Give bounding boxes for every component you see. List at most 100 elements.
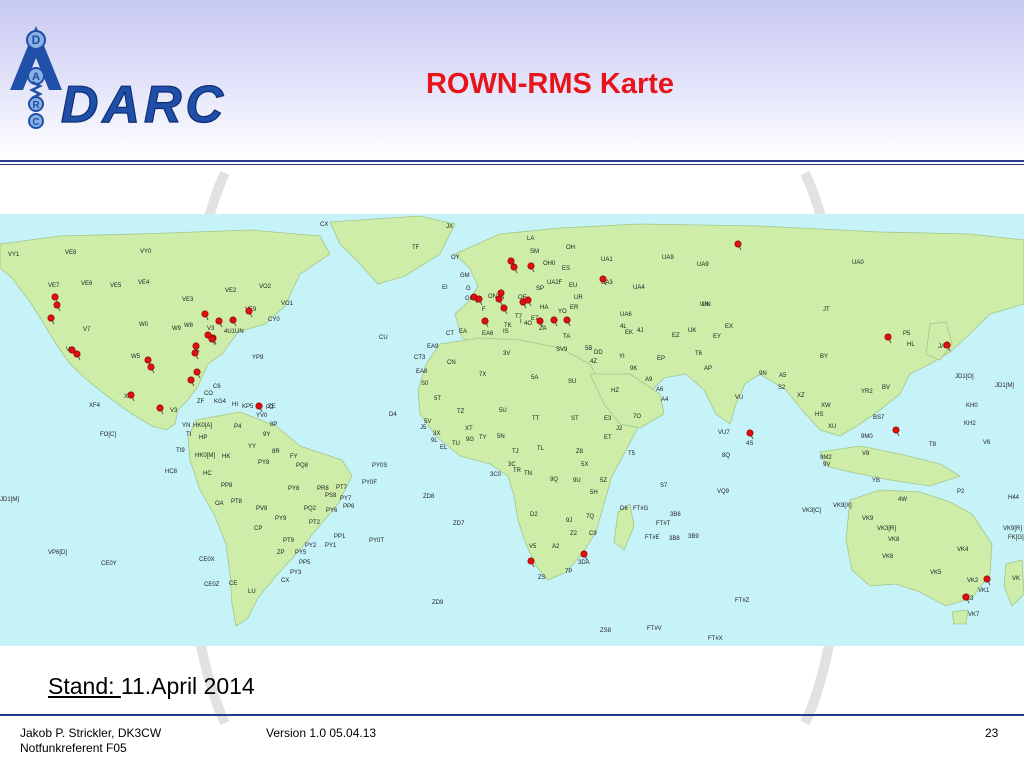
map-prefix-label: 8Q [722, 453, 730, 459]
map-prefix-label: VK9[X] [833, 503, 852, 509]
map-prefix-label: 5H [590, 490, 598, 496]
map-prefix-label: PP6 [343, 504, 355, 510]
map-prefix-label: EP [657, 356, 665, 362]
map-prefix-label: UA9 [697, 262, 709, 268]
map-prefix-label: TJ [512, 449, 519, 455]
map-prefix-label: PY8 [258, 460, 270, 466]
map-prefix-label: VE3 [182, 297, 194, 303]
map-prefix-label: 7P [565, 569, 572, 575]
map-prefix-label: XF4 [89, 403, 101, 409]
map-prefix-label: J2 [616, 426, 623, 432]
map-prefix-label: TY [479, 435, 487, 441]
map-prefix-label: CO [204, 391, 213, 397]
map-prefix-label: FY [290, 454, 298, 460]
map-prefix-label: S0 [421, 381, 429, 387]
map-prefix-label: TI9 [176, 448, 185, 454]
map-prefix-label: 4Z [590, 359, 597, 365]
map-prefix-label: VK9[R] [1003, 526, 1022, 532]
map-prefix-label: 9G [466, 437, 474, 443]
map-prefix-label: YR2 [861, 389, 873, 395]
map-prefix-label: CT3 [414, 355, 426, 361]
map-prefix-label: V8 [862, 451, 870, 457]
map-prefix-label: TR [513, 468, 522, 474]
map-prefix-label: HS [815, 412, 823, 418]
map-prefix-label: J5 [420, 425, 427, 431]
map-prefix-label: PY2 [305, 543, 317, 549]
map-prefix-label: TZ [457, 409, 465, 415]
map-prefix-label: YP9 [252, 355, 264, 361]
map-prefix-label: GM [460, 273, 470, 279]
map-prefix-label: 9Y [263, 432, 270, 438]
map-prefix-label: BY [820, 354, 828, 360]
map-prefix-label: E3 [604, 416, 612, 422]
map-prefix-label: Z8 [576, 449, 584, 455]
map-prefix-label: T8 [929, 442, 937, 448]
map-prefix-label: UA0 [852, 260, 864, 266]
map-prefix-label: PY7 [340, 496, 352, 502]
map-prefix-label: SP [536, 286, 544, 292]
map-prefix-label: 3B6 [670, 512, 681, 518]
map-prefix-label: ZP [277, 550, 285, 556]
map-prefix-label: H44 [1008, 495, 1020, 501]
map-prefix-label: UA4 [633, 285, 645, 291]
map-prefix-label: HC8 [165, 469, 178, 475]
map-prefix-label: AP [704, 366, 712, 372]
map-prefix-label: YV0 [256, 413, 268, 419]
map-prefix-label: 4J [637, 328, 643, 334]
map-prefix-label: EU [569, 283, 577, 289]
map-prefix-label: ZD7 [453, 521, 465, 527]
map-prefix-label: IS [503, 329, 509, 335]
map-prefix-label: VE6 [81, 281, 93, 287]
map-prefix-label: PV8 [256, 506, 268, 512]
map-prefix-label: BS7 [873, 415, 885, 421]
map-prefix-label: YB [872, 478, 880, 484]
map-prefix-label: EA [459, 329, 467, 335]
map-prefix-label: EX [725, 324, 733, 330]
status-line: Stand: 11.April 2014 [48, 673, 255, 700]
map-prefix-label: ES [562, 266, 570, 272]
map-prefix-label: 9L [431, 438, 438, 444]
page-title: ROWN-RMS Karte [425, 68, 675, 100]
map-prefix-label: KG4 [214, 399, 227, 405]
map-prefix-label: VO1 [281, 301, 294, 307]
map-prefix-label: 5B [585, 346, 592, 352]
map-prefix-label: PY1 [325, 543, 337, 549]
map-prefix-label: CT [446, 331, 454, 337]
header-divider [0, 160, 1024, 162]
map-prefix-label: HK [222, 454, 230, 460]
map-prefix-label: F [482, 307, 486, 313]
map-prefix-label: S7 [660, 483, 668, 489]
map-prefix-label: P4 [234, 424, 242, 430]
map-prefix-label: VK9 [862, 516, 874, 522]
map-prefix-label: 3B8 [669, 536, 680, 542]
map-prefix-label: SU [568, 379, 576, 385]
map-prefix-label: S2 [778, 385, 786, 391]
map-prefix-label: FT#G [633, 506, 649, 512]
map-prefix-label: DD [594, 350, 603, 356]
map-prefix-label: FK[G] [1008, 535, 1024, 541]
map-prefix-label: XT [465, 426, 473, 432]
map-prefix-label: VK [1012, 576, 1020, 582]
map-prefix-label: FT#T [656, 521, 671, 527]
map-prefix-label: KH0 [966, 403, 978, 409]
map-prefix-label: SV9 [556, 347, 568, 353]
map-prefix-label: TT [532, 416, 540, 422]
map-prefix-label: A2 [552, 544, 560, 550]
map-prefix-label: D6 [620, 506, 628, 512]
map-prefix-label: TL [537, 446, 545, 452]
map-prefix-label: VU7 [718, 430, 730, 436]
map-prefix-label: PY6 [326, 508, 338, 514]
map-prefix-label: CN [447, 360, 456, 366]
map-prefix-label: VK6 [882, 554, 894, 560]
map-prefix-label: ZS [538, 575, 546, 581]
map-prefix-label: PY3 [290, 570, 302, 576]
map-prefix-label: PY9 [275, 516, 287, 522]
map-prefix-label: CP [254, 526, 262, 532]
map-prefix-label: V7 [83, 327, 91, 333]
map-prefix-label: PS8 [325, 493, 337, 499]
map-prefix-label: A5 [779, 373, 787, 379]
map-prefix-label: PT7 [336, 485, 348, 491]
map-prefix-label: EA9 [427, 344, 439, 350]
map-prefix-label: 4W [898, 497, 907, 503]
map-prefix-label: V3 [170, 408, 178, 414]
